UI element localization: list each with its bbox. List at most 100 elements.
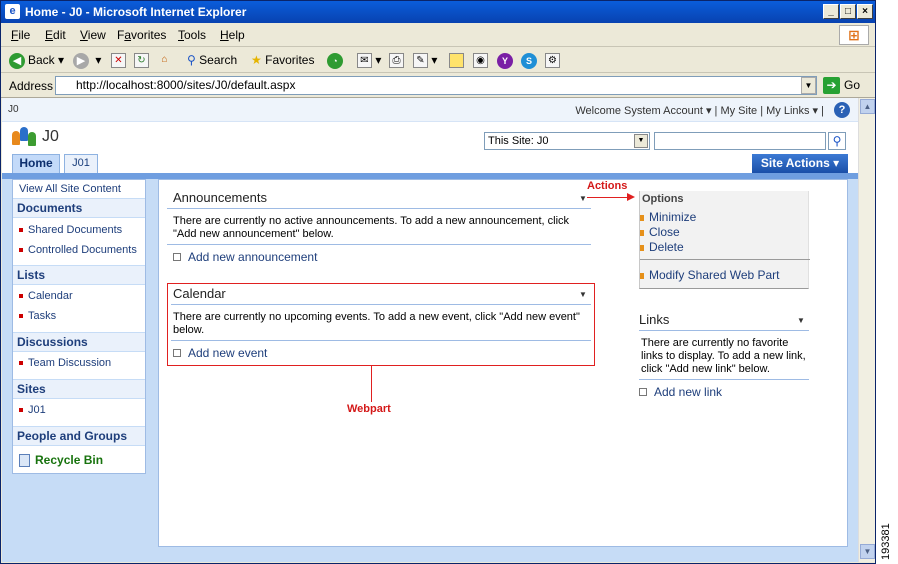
scroll-down-icon[interactable]: ▼: [860, 544, 875, 559]
window-title: Home - J0 - Microsoft Internet Explorer: [25, 5, 247, 19]
bullet-icon: [19, 294, 23, 299]
links-menu-icon[interactable]: ▼: [797, 316, 805, 325]
links-empty-text-3: click "Add new link" below.: [641, 363, 770, 375]
ql-item-calendar[interactable]: Calendar: [19, 290, 73, 302]
menu-view[interactable]: View: [80, 28, 106, 42]
view-all-content-link[interactable]: View All Site Content: [19, 183, 121, 195]
close-button[interactable]: ×: [857, 4, 873, 19]
ql-head-lists[interactable]: Lists: [13, 265, 145, 285]
tab-home[interactable]: Home: [12, 154, 60, 173]
star-icon: ★: [251, 53, 262, 67]
announcements-menu-icon[interactable]: ▼: [579, 194, 587, 203]
site-title[interactable]: J0: [42, 128, 59, 146]
windows-logo-icon: ⊞: [839, 25, 869, 45]
actions-annotation: Actions: [587, 180, 628, 192]
bullet-icon: [19, 314, 23, 319]
ql-head-sites[interactable]: Sites: [13, 379, 145, 399]
research-button[interactable]: ◉: [473, 51, 488, 69]
web-part-zone: Announcements ▼ There are currently no a…: [158, 179, 848, 547]
recycle-bin-link[interactable]: Recycle Bin: [19, 453, 103, 468]
note-icon: [449, 53, 464, 69]
stop-icon: ✕: [111, 53, 126, 69]
refresh-button[interactable]: ↻: [134, 51, 149, 69]
actions-arrow-line: [587, 197, 629, 198]
add-new-link[interactable]: Add new link: [639, 385, 722, 399]
recycle-bin-icon: [19, 454, 30, 468]
skype-button[interactable]: S: [521, 51, 540, 69]
option-close[interactable]: Close: [640, 225, 680, 239]
edit-button[interactable]: ✎ ▾: [413, 51, 437, 69]
search-input[interactable]: [654, 132, 826, 150]
add-item-icon: [173, 252, 181, 261]
add-new-event-link[interactable]: Add new event: [173, 346, 267, 360]
search-icon[interactable]: ⚲: [828, 132, 846, 150]
welcome-menu[interactable]: Welcome System Account ▾ | My Site | My …: [575, 104, 824, 117]
back-arrow-icon: ◀: [9, 52, 25, 69]
menu-favorites[interactable]: Favorites: [117, 28, 166, 42]
site-actions-button[interactable]: Site Actions ▾: [752, 154, 848, 173]
option-delete[interactable]: Delete: [640, 240, 684, 254]
links-empty-text-1: There are currently no favorite: [641, 337, 789, 349]
ql-head-documents[interactable]: Documents: [13, 198, 145, 218]
ql-item-shared-documents[interactable]: Shared Documents: [19, 224, 122, 236]
home-button[interactable]: ⌂: [157, 51, 172, 69]
webpart-annotation: Webpart: [347, 403, 391, 415]
print-button[interactable]: ⎙: [389, 51, 404, 69]
vertical-scrollbar[interactable]: ▲ ▼: [858, 98, 875, 562]
logo-figure-green: [28, 132, 36, 146]
option-modify-shared-web-part[interactable]: Modify Shared Web Part: [640, 268, 780, 282]
options-separator: [640, 259, 810, 260]
ql-head-people-and-groups[interactable]: People and Groups: [13, 426, 145, 446]
forward-button[interactable]: ▶ ▾: [73, 51, 101, 69]
back-button[interactable]: ◀ Back ▾: [9, 51, 64, 69]
maximize-button[interactable]: □: [840, 4, 856, 19]
webpart-callout-line: [371, 366, 372, 402]
address-input[interactable]: http://localhost:8000/sites/J0/default.a…: [55, 76, 817, 95]
ql-item-tasks[interactable]: Tasks: [19, 310, 56, 322]
search-button[interactable]: ⚲ Search: [187, 51, 237, 69]
options-title: Options: [642, 193, 684, 205]
calendar-empty-text-2: below.: [173, 324, 205, 336]
magnifier-icon: ⚲: [187, 53, 196, 67]
mail-button[interactable]: ✉ ▾: [357, 51, 381, 69]
add-new-announcement-link[interactable]: Add new announcement: [173, 250, 317, 264]
mail-icon: ✉: [357, 53, 372, 69]
menu-help[interactable]: Help: [220, 28, 245, 42]
tab-j01[interactable]: J01: [64, 154, 98, 173]
menu-bullet-icon: [640, 272, 644, 279]
messenger-button[interactable]: Y: [497, 51, 516, 69]
links-empty-text-2: links to display. To add a new link,: [641, 350, 806, 362]
favorites-button[interactable]: ★ Favorites: [251, 51, 314, 69]
ql-item-team-discussion[interactable]: Team Discussion: [19, 357, 111, 369]
notes-button[interactable]: [449, 51, 464, 69]
site-breadcrumb[interactable]: J0: [8, 104, 19, 115]
calendar-title[interactable]: Calendar: [173, 286, 226, 301]
menu-tools[interactable]: Tools: [178, 28, 206, 42]
ql-head-discussions[interactable]: Discussions: [13, 332, 145, 352]
ql-item-j01[interactable]: J01: [19, 404, 46, 416]
add-item-icon: [173, 348, 181, 357]
bullet-icon: [19, 408, 23, 413]
menu-file[interactable]: File: [11, 28, 30, 42]
announcements-title[interactable]: Announcements: [173, 190, 267, 205]
ql-item-controlled-documents[interactable]: Controlled Documents: [19, 244, 137, 256]
calendar-empty-text-1: There are currently no upcoming events. …: [173, 311, 580, 323]
scroll-up-icon[interactable]: ▲: [860, 99, 875, 114]
toolbar: ◀ Back ▾ ▶ ▾ ✕ ↻ ⌂ ⚲ Search ★ Favorites ◔…: [1, 47, 875, 73]
web-part-options-menu: Options Minimize Close Delete Modify Sha…: [639, 191, 810, 289]
sp-header: J0 This Site: J0 ▼ ⚲: [2, 122, 858, 154]
calendar-divider: [171, 304, 591, 305]
calendar-menu-icon[interactable]: ▼: [579, 290, 587, 299]
help-icon[interactable]: ?: [834, 102, 850, 118]
option-minimize[interactable]: Minimize: [640, 210, 696, 224]
tools-button[interactable]: ⚙: [545, 51, 560, 69]
go-button[interactable]: ➔ Go: [823, 76, 873, 95]
stop-button[interactable]: ✕: [111, 51, 126, 69]
history-button[interactable]: ◔: [327, 51, 346, 69]
address-dropdown[interactable]: ▼: [801, 77, 816, 94]
links-title[interactable]: Links: [639, 312, 669, 327]
address-bar: Address http://localhost:8000/sites/J0/d…: [1, 73, 875, 98]
minimize-button[interactable]: _: [823, 4, 839, 19]
search-scope-select[interactable]: This Site: J0 ▼: [484, 132, 650, 150]
menu-edit[interactable]: Edit: [45, 28, 66, 42]
